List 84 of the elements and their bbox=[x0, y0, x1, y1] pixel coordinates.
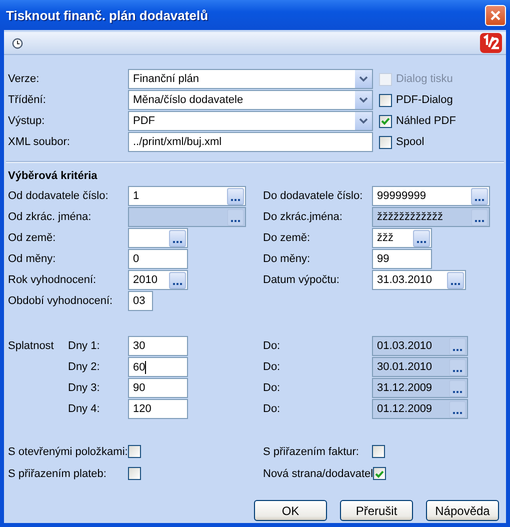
field-label: XML soubor: bbox=[8, 136, 71, 148]
field-label: Do: bbox=[263, 340, 282, 352]
input-field[interactable]: 99999999 bbox=[372, 186, 490, 206]
checkbox-label: Spool bbox=[396, 136, 426, 148]
field-label: Od zkrác. jména: bbox=[8, 211, 92, 223]
logo-icon bbox=[480, 33, 502, 53]
input-field[interactable]: 0 bbox=[128, 249, 188, 269]
browse-button[interactable] bbox=[169, 272, 186, 288]
input-field[interactable] bbox=[128, 228, 188, 248]
chevron-down-icon bbox=[359, 118, 368, 124]
input-field[interactable]: 99 bbox=[372, 249, 432, 269]
browse-button[interactable] bbox=[227, 188, 244, 204]
checkbox-label: S přiřazením plateb: bbox=[8, 468, 108, 480]
date-field[interactable]: 31.12.2009 bbox=[372, 378, 468, 398]
field-label: Splatnost bbox=[8, 340, 54, 352]
browse-button[interactable] bbox=[169, 230, 186, 246]
checkbox-label: PDF-Dialog bbox=[396, 94, 454, 106]
dialog-button[interactable]: Přerušit bbox=[340, 500, 413, 521]
field-label: Do země: bbox=[263, 232, 312, 244]
date-field[interactable]: 01.03.2010 bbox=[372, 336, 468, 356]
browse-button[interactable] bbox=[449, 380, 466, 396]
checkbox[interactable] bbox=[128, 467, 141, 480]
checkbox-label: S otevřenými položkami: bbox=[8, 446, 128, 458]
date-field[interactable]: 30.01.2010 bbox=[372, 357, 468, 377]
checkbox-label: Nová strana/dodavatel bbox=[263, 468, 374, 480]
field-label: Od dodavatele číslo: bbox=[8, 190, 110, 202]
date-field[interactable]: 01.12.2009 bbox=[372, 399, 468, 419]
field-label: Dny 1: bbox=[68, 340, 101, 352]
field-label: Třídění: bbox=[8, 94, 47, 106]
checkbox[interactable] bbox=[128, 445, 141, 458]
field-label: Dny 2: bbox=[68, 361, 101, 373]
field-label: Rok vyhodnocení: bbox=[8, 274, 98, 286]
clock-icon[interactable] bbox=[12, 38, 23, 48]
field-label: Od země: bbox=[8, 232, 57, 244]
field-label: Výstup: bbox=[8, 115, 46, 127]
checkmark-icon bbox=[381, 117, 390, 125]
browse-button[interactable] bbox=[449, 358, 466, 376]
field-label: Do měny: bbox=[263, 253, 312, 265]
field-label: Do zkrác.jména: bbox=[263, 211, 344, 223]
checkbox-label: S přiřazením faktur: bbox=[263, 446, 360, 458]
browse-button[interactable] bbox=[413, 230, 430, 246]
input-field[interactable]: 2010 bbox=[128, 270, 188, 290]
field-label: Do: bbox=[263, 382, 282, 394]
field-label: Dny 3: bbox=[68, 382, 101, 394]
checkbox-label: Náhled PDF bbox=[396, 115, 457, 127]
dropdown[interactable]: Měna/číslo dodavatele bbox=[128, 90, 373, 110]
field-label: Datum výpočtu: bbox=[263, 274, 340, 286]
dropdown[interactable]: PDF bbox=[128, 111, 373, 131]
checkbox-label: Dialog tisku bbox=[396, 73, 454, 85]
input-field[interactable]: ../print/xml/buj.xml bbox=[128, 132, 373, 152]
input-field[interactable]: 120 bbox=[128, 399, 188, 419]
browse-button[interactable] bbox=[447, 272, 464, 288]
checkbox[interactable] bbox=[379, 94, 392, 106]
chevron-down-icon bbox=[359, 97, 368, 103]
browse-button[interactable] bbox=[471, 188, 488, 204]
browse-button[interactable] bbox=[449, 400, 466, 418]
dropdown[interactable]: Finanční plán bbox=[128, 69, 373, 89]
browse-button[interactable] bbox=[449, 338, 466, 354]
close-button[interactable] bbox=[485, 4, 506, 26]
field-label: Verze: bbox=[8, 73, 40, 85]
dialog-button[interactable]: OK bbox=[254, 500, 327, 521]
field-label: Dny 4: bbox=[68, 403, 101, 415]
window-title: Tisknout finanč. plán dodavatelů bbox=[6, 8, 208, 22]
close-icon bbox=[490, 10, 501, 20]
input-field[interactable]: 03 bbox=[128, 291, 153, 311]
dialog-button[interactable]: Nápověda bbox=[426, 500, 499, 521]
field-label: Do dodavatele číslo: bbox=[263, 190, 364, 202]
input-field[interactable]: 90 bbox=[128, 378, 188, 398]
input-field[interactable]: 60 bbox=[128, 357, 188, 377]
checkbox[interactable] bbox=[379, 114, 392, 128]
checkbox[interactable] bbox=[379, 136, 392, 148]
field-label: Období vyhodnocení: bbox=[8, 295, 114, 307]
input-field[interactable]: 1 bbox=[128, 186, 246, 206]
input-field[interactable]: 30 bbox=[128, 336, 188, 356]
checkbox[interactable] bbox=[373, 467, 386, 480]
input-field[interactable]: žžž bbox=[372, 228, 432, 248]
checkmark-icon bbox=[375, 470, 384, 478]
chevron-down-icon bbox=[359, 76, 368, 82]
field-label: Od měny: bbox=[8, 253, 57, 265]
field-label: Do: bbox=[263, 403, 282, 415]
input-field[interactable]: 31.03.2010 bbox=[372, 270, 466, 290]
section-heading: Výběrová kritéria bbox=[8, 170, 98, 182]
checkbox[interactable] bbox=[372, 445, 385, 458]
field-label: Do: bbox=[263, 361, 282, 373]
